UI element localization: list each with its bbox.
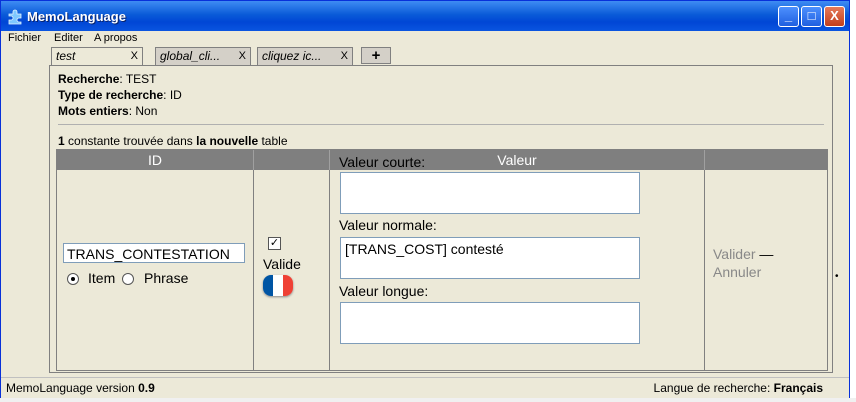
valeur-courte-field[interactable]	[340, 172, 640, 214]
annuler-link[interactable]: Annuler	[713, 264, 761, 280]
main-content: test X global_cli... X cliquez ic... X +…	[5, 47, 845, 377]
whole-words: Mots entiers: Non	[58, 104, 158, 118]
column-divider	[253, 170, 254, 370]
header-empty	[254, 150, 330, 170]
radio-item-label: Item	[88, 270, 116, 286]
app-window: MemoLanguage _ □ X Fichier Editer A prop…	[0, 0, 850, 398]
tab-label: cliquez ic...	[262, 49, 322, 63]
close-tab-icon[interactable]: X	[131, 48, 138, 65]
result-count: 1 constante trouvée dans la nouvelle tab…	[58, 134, 288, 148]
search-term: Recherche: TEST	[58, 72, 157, 86]
valeur-normale-field[interactable]: [TRANS_COST] contesté	[340, 237, 640, 279]
id-input[interactable]: TRANS_CONTESTATION	[63, 243, 245, 263]
flag-blue	[263, 275, 273, 296]
valide-label: Valide	[263, 256, 301, 272]
tab-label: global_cli...	[160, 49, 221, 63]
flag-white	[273, 275, 283, 296]
add-tab-button[interactable]: +	[361, 47, 391, 64]
menu-bar: Fichier Editer A propos	[1, 31, 849, 47]
tab-label: test	[56, 49, 76, 63]
status-bar: MemoLanguage version 0.9 Langue de reche…	[1, 377, 849, 398]
background-strip	[0, 398, 856, 402]
scroll-indicator: •	[835, 271, 839, 282]
tab-panel: Recherche: TEST Type de recherche: ID Mo…	[49, 65, 833, 373]
menu-editer[interactable]: Editer	[54, 32, 83, 44]
tab-test[interactable]: test X	[51, 47, 143, 67]
search-type: Type de recherche: ID	[58, 88, 182, 102]
tab-global-cli[interactable]: global_cli... X	[155, 47, 251, 65]
title-bar[interactable]: MemoLanguage _ □ X	[1, 1, 849, 31]
results-table: ID Valeur TRANS_CONTESTATION Item Phrase…	[56, 149, 828, 371]
puzzle-icon	[8, 9, 22, 25]
maximize-button[interactable]: □	[801, 6, 822, 27]
search-language: Langue de recherche: Français	[653, 381, 823, 395]
valide-checkbox[interactable]: ✓	[268, 237, 281, 250]
header-id: ID	[57, 150, 254, 170]
valeur-courte-label: Valeur courte:	[339, 154, 426, 170]
tab-cliquez-ic[interactable]: cliquez ic... X	[257, 47, 353, 65]
close-button[interactable]: X	[824, 6, 845, 27]
column-divider	[329, 170, 330, 370]
close-tab-icon[interactable]: X	[239, 48, 246, 65]
column-divider	[704, 170, 705, 370]
radio-phrase-label: Phrase	[144, 270, 189, 286]
french-flag-icon[interactable]	[263, 275, 293, 296]
valeur-normale-label: Valeur normale:	[339, 217, 437, 233]
radio-phrase[interactable]	[122, 273, 134, 285]
valeur-longue-label: Valeur longue:	[339, 283, 429, 299]
menu-fichier[interactable]: Fichier	[8, 32, 41, 44]
valeur-longue-field[interactable]	[340, 302, 640, 344]
header-actions	[705, 150, 827, 170]
radio-item[interactable]	[67, 273, 79, 285]
row-actions: Valider — Annuler	[713, 246, 774, 280]
version-text: MemoLanguage version 0.9	[6, 381, 155, 395]
separator	[58, 124, 824, 125]
close-tab-icon[interactable]: X	[341, 48, 348, 65]
menu-a-propos[interactable]: A propos	[94, 32, 137, 44]
minimize-button[interactable]: _	[778, 6, 799, 27]
window-title: MemoLanguage	[27, 9, 126, 24]
flag-red	[283, 275, 293, 296]
valider-link[interactable]: Valider	[713, 246, 756, 262]
